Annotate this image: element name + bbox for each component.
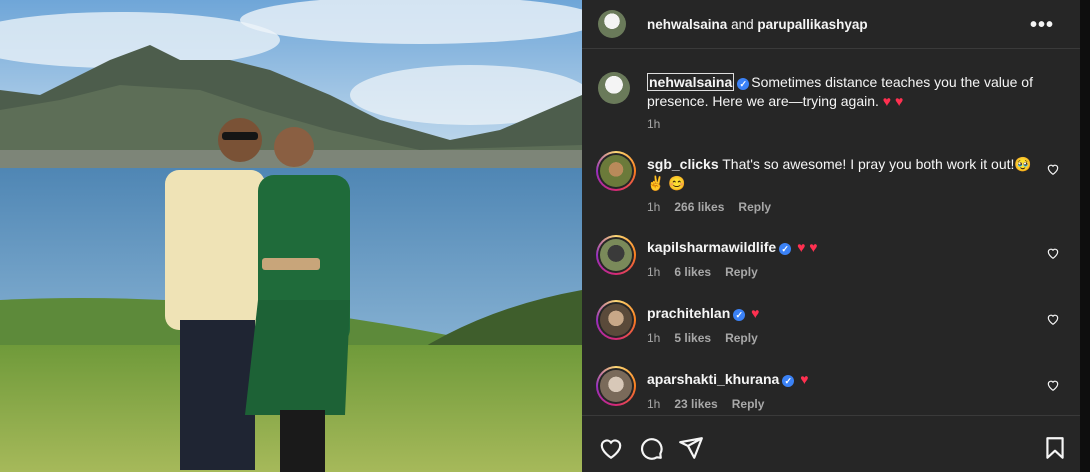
comment-username[interactable]: prachitehlan (647, 305, 730, 321)
comment-username[interactable]: kapilsharmawildlife (647, 239, 776, 255)
comment-text: kapilsharmawildlife ✓ ♥ ♥ (647, 238, 1037, 257)
comment-text: sgb_clicks That's so awesome! I pray you… (647, 155, 1037, 193)
heart-icon[interactable] (1046, 246, 1060, 260)
reply-button[interactable]: Reply (725, 331, 758, 345)
comment-text: prachitehlan ✓ ♥ (647, 304, 1037, 323)
comment-likes[interactable]: 6 likes (674, 265, 711, 279)
comment-meta: 1h 23 likes Reply (647, 397, 778, 411)
post-photo-illustration (0, 0, 582, 472)
caption-text: nehwalsaina ✓ Sometimes distance teaches y… (647, 73, 1047, 111)
verified-badge-icon: ✓ (779, 243, 792, 255)
comment-avatar[interactable] (596, 235, 636, 275)
action-bar (582, 415, 1080, 472)
verified-badge-icon: ✓ (782, 375, 795, 387)
comment-likes[interactable]: 23 likes (674, 397, 717, 411)
heart-icon[interactable] (598, 435, 624, 461)
comment-avatar[interactable] (596, 366, 636, 406)
comment-icon[interactable] (638, 435, 664, 461)
verified-badge-icon: ✓ (737, 78, 750, 90)
heart-icon[interactable] (1046, 312, 1060, 326)
header-and: and (731, 17, 754, 32)
heart-emoji: ♥ ♥ (882, 93, 904, 109)
verified-badge-icon: ✓ (733, 309, 746, 321)
comment-body: ♥ (800, 371, 809, 387)
comment-time: 1h (647, 331, 661, 345)
share-icon[interactable] (678, 435, 704, 461)
caption-time: 1h (647, 117, 661, 131)
header-user-1[interactable]: nehwalsaina (647, 17, 727, 32)
caption-avatar[interactable] (598, 72, 630, 104)
heart-icon[interactable] (1046, 162, 1060, 176)
caption-meta: 1h (647, 117, 674, 131)
comment-meta: 1h 6 likes Reply (647, 265, 772, 279)
comment-likes[interactable]: 266 likes (674, 200, 724, 214)
caption-username[interactable]: nehwalsaina (647, 73, 735, 91)
reply-button[interactable]: Reply (738, 200, 771, 214)
bookmark-icon[interactable] (1042, 435, 1068, 461)
page-gutter (1080, 0, 1090, 472)
post-header: nehwalsaina and parupallikashyap ••• (582, 0, 1080, 49)
header-user-2[interactable]: parupallikashyap (757, 17, 867, 32)
header-usernames: nehwalsaina and parupallikashyap (647, 17, 868, 32)
comment-avatar[interactable] (596, 151, 636, 191)
comment-time: 1h (647, 200, 661, 214)
comment-body: ♥ (751, 305, 760, 321)
post-side-panel: nehwalsaina and parupallikashyap ••• neh… (582, 0, 1080, 472)
more-options-icon[interactable]: ••• (1030, 14, 1054, 37)
comment-avatar[interactable] (596, 300, 636, 340)
instagram-post-modal: nehwalsaina and parupallikashyap ••• neh… (0, 0, 1090, 472)
comment-time: 1h (647, 265, 661, 279)
reply-button[interactable]: Reply (732, 397, 765, 411)
comment-username[interactable]: aparshakti_khurana (647, 371, 779, 387)
action-bar-divider (582, 415, 1080, 416)
comment-time: 1h (647, 397, 661, 411)
header-avatar[interactable] (598, 10, 626, 38)
comment-meta: 1h 5 likes Reply (647, 331, 772, 345)
comment-text: aparshakti_khurana ✓ ♥ (647, 370, 1037, 389)
heart-icon[interactable] (1046, 378, 1060, 392)
comment-username[interactable]: sgb_clicks (647, 156, 719, 172)
reply-button[interactable]: Reply (725, 265, 758, 279)
comment-likes[interactable]: 5 likes (674, 331, 711, 345)
comment-meta: 1h 266 likes Reply (647, 200, 785, 214)
post-photo[interactable] (0, 0, 582, 472)
comment-body: ♥ ♥ (797, 239, 818, 255)
